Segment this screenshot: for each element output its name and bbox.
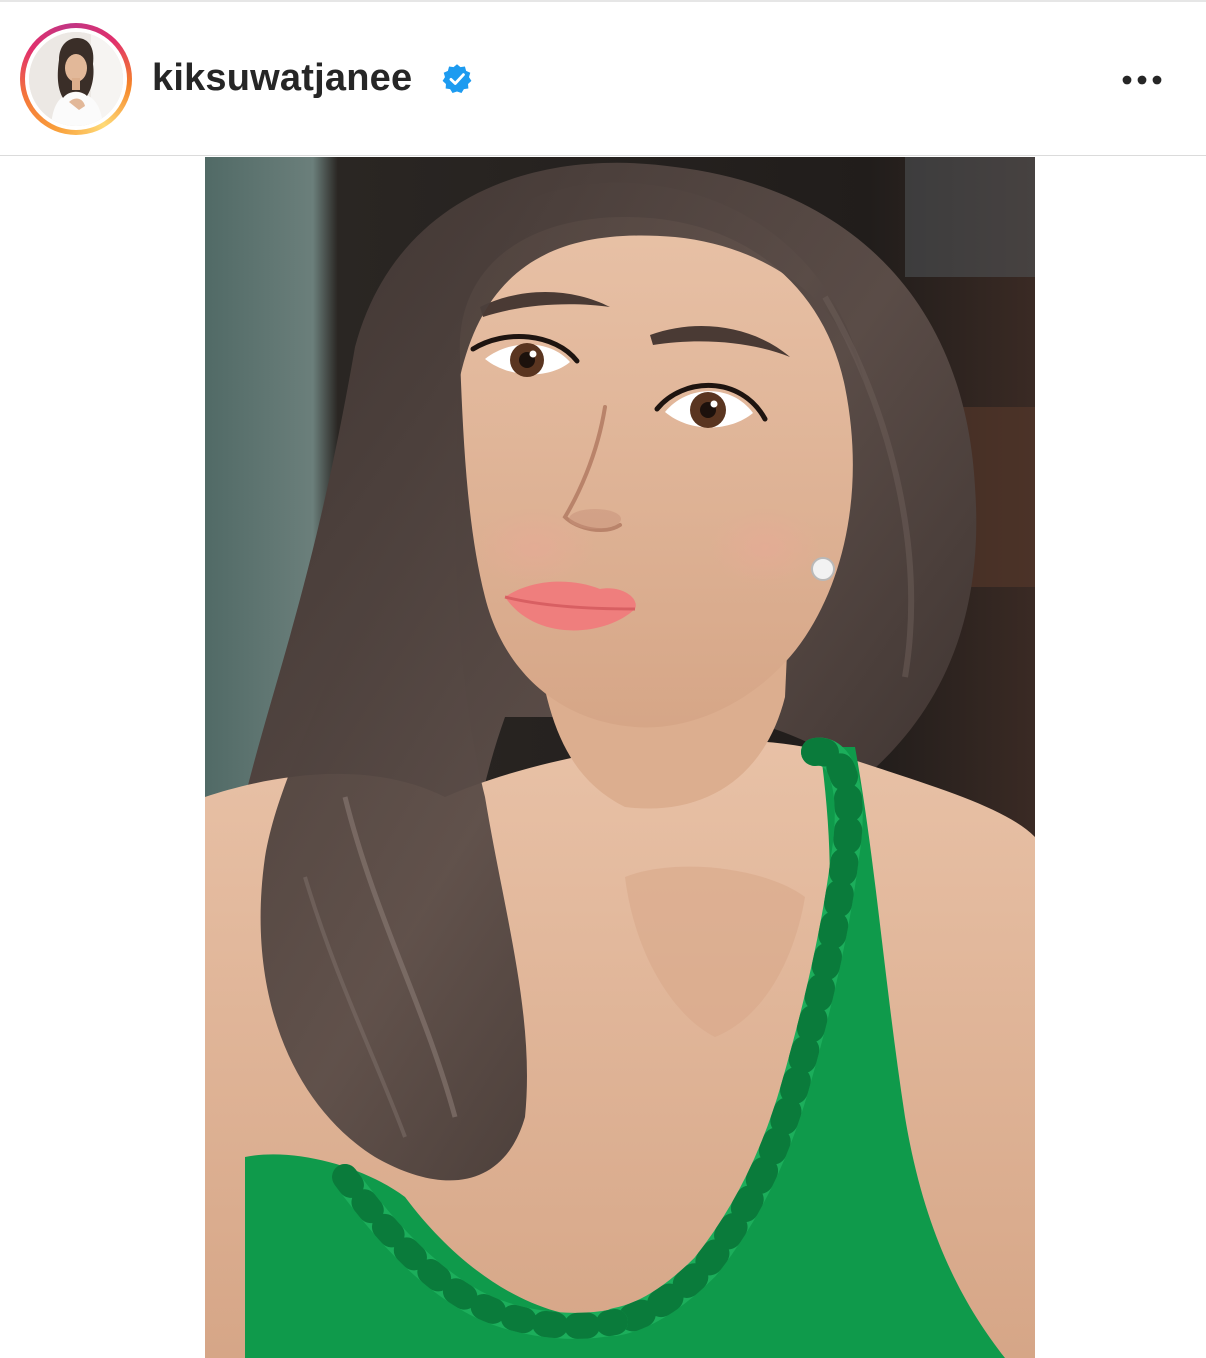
post-username[interactable]: kiksuwatjanee [152, 54, 412, 102]
post-header: kiksuwatjanee [0, 2, 1206, 156]
post-photo[interactable] [205, 157, 1035, 1358]
avatar-image [29, 32, 123, 126]
more-options-button[interactable] [1112, 60, 1172, 100]
story-ring[interactable] [20, 23, 132, 135]
verified-badge-icon [442, 64, 472, 93]
avatar[interactable] [29, 32, 123, 126]
more-horizontal-icon [1122, 75, 1162, 85]
post-photo-image [205, 157, 1035, 1358]
